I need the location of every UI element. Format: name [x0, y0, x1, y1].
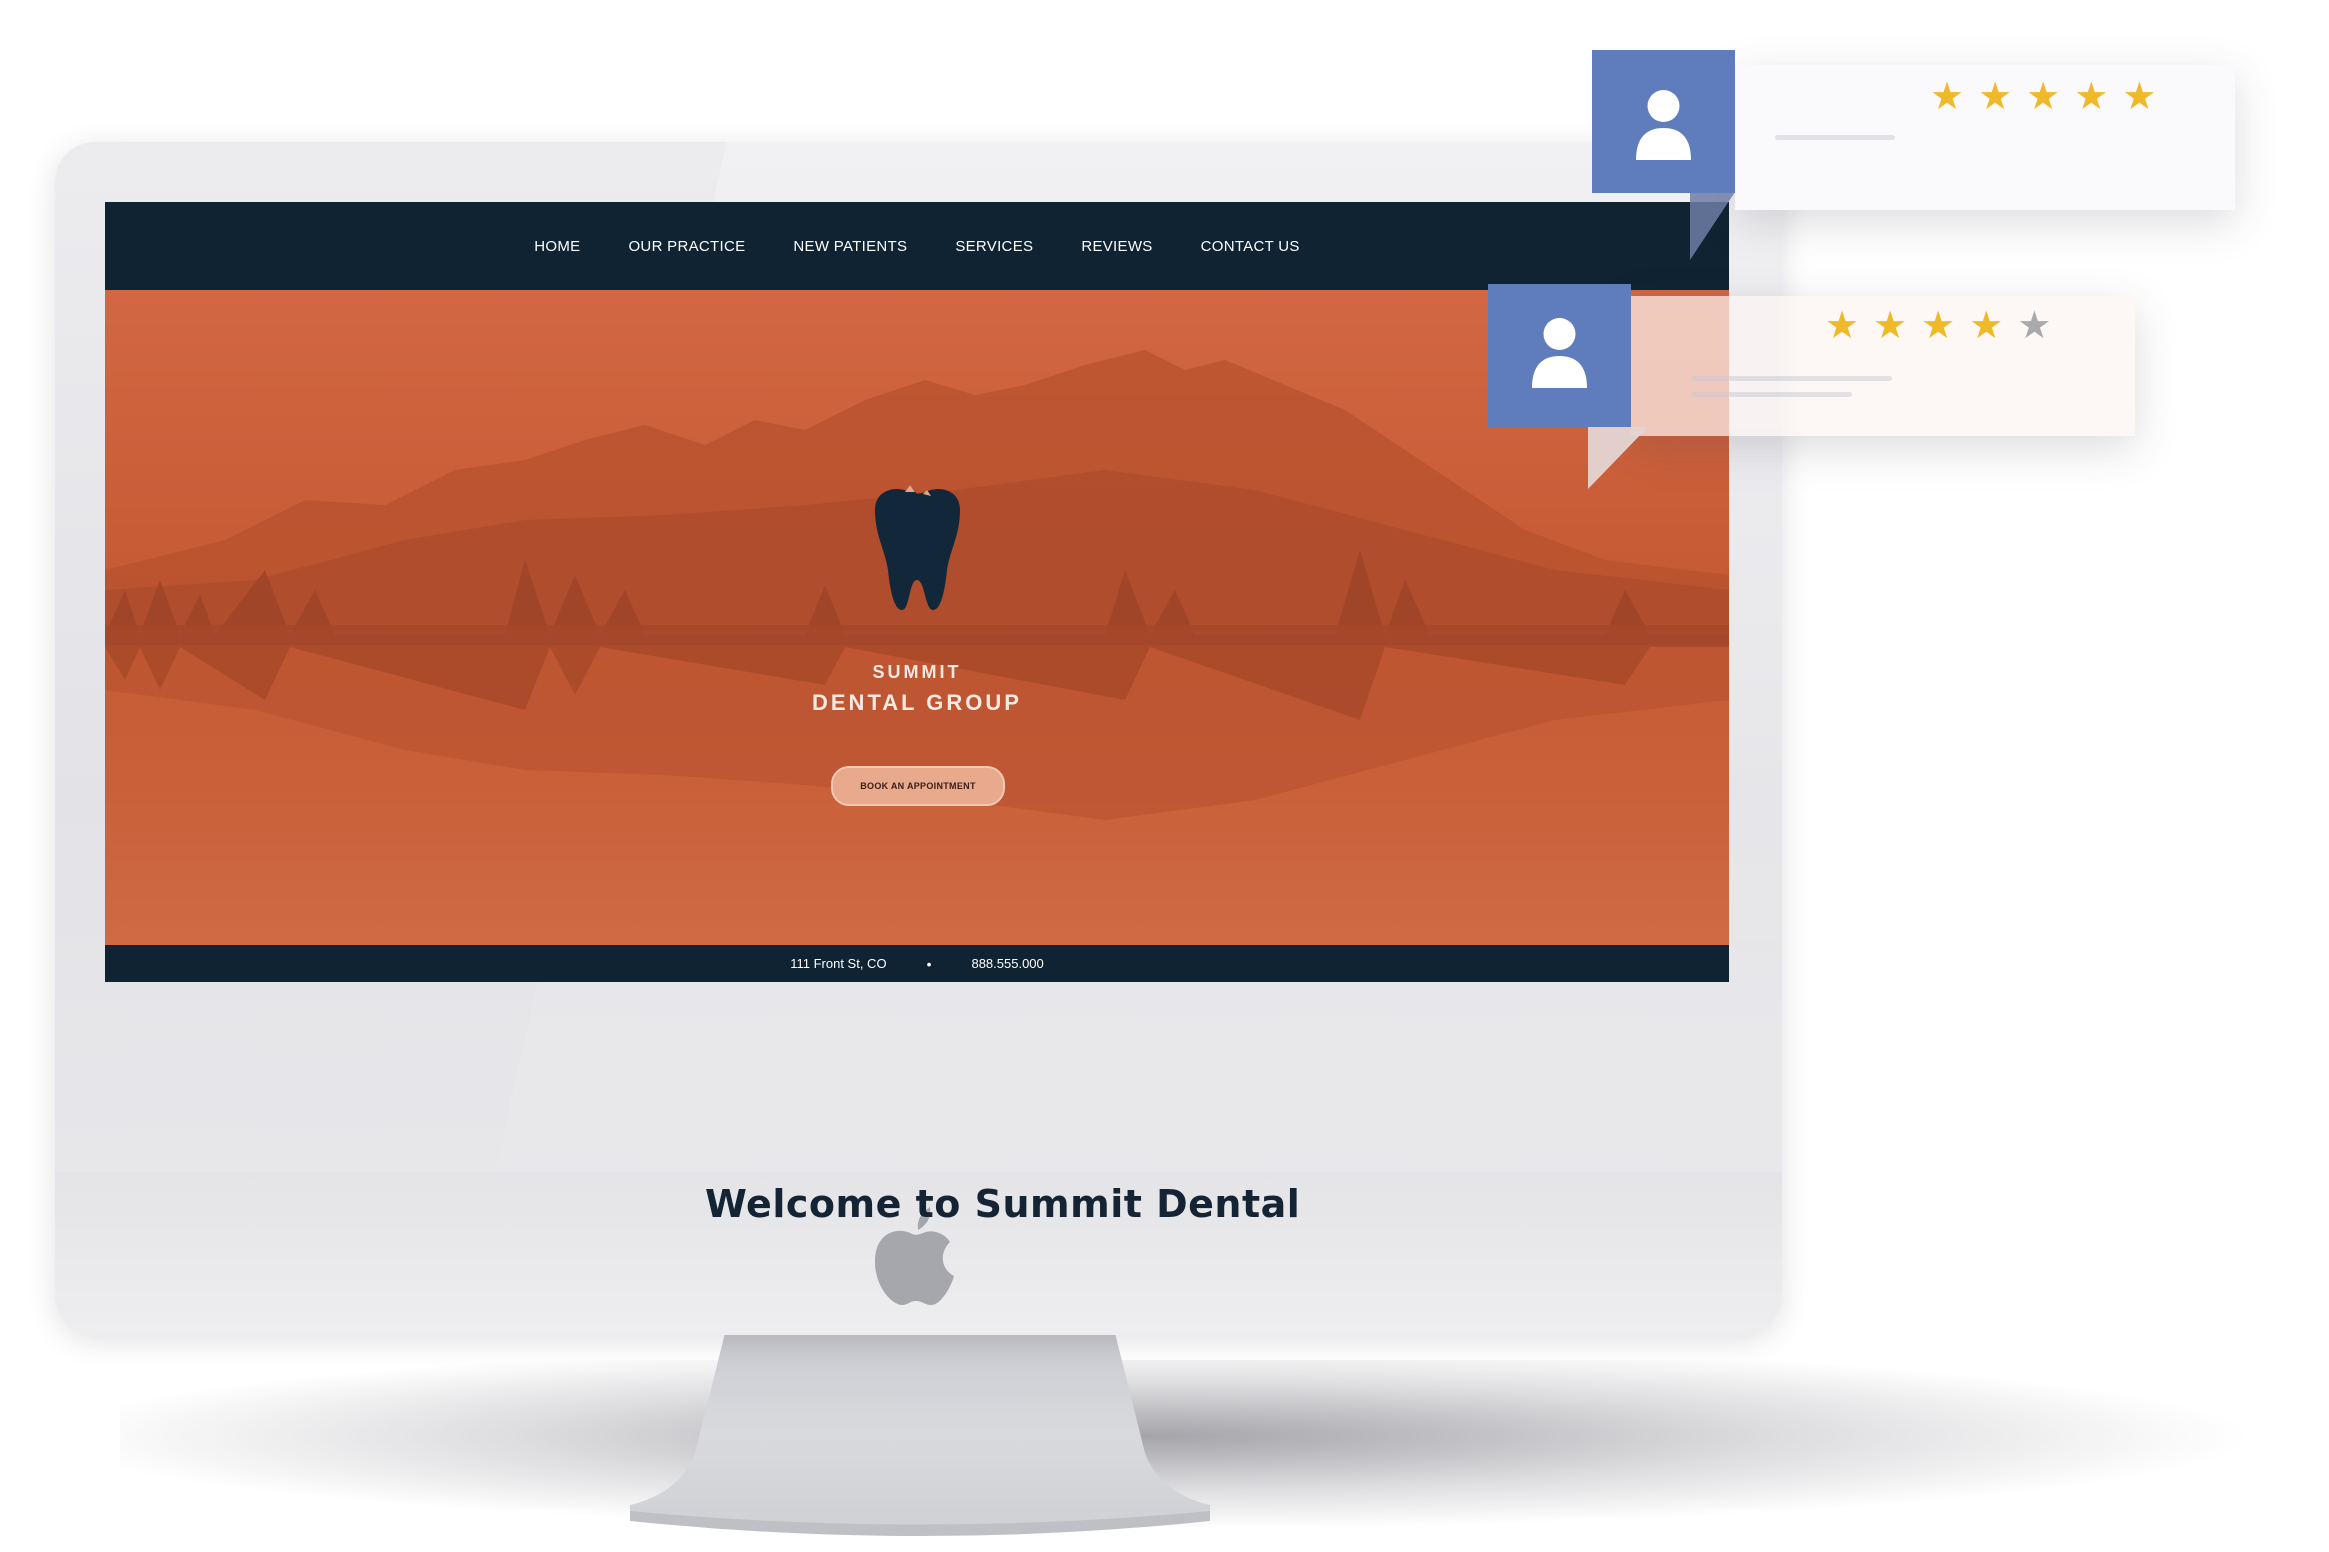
- nav-contact-us[interactable]: CONTACT US: [1201, 238, 1300, 255]
- contact-bar: 111 Front St, CO • 888.555.000: [105, 945, 1729, 982]
- text-placeholder-line: [1692, 392, 1852, 397]
- nav-our-practice[interactable]: OUR PRACTICE: [628, 238, 745, 255]
- website-screen: HOME OUR PRACTICE NEW PATIENTS SERVICES …: [105, 202, 1729, 982]
- nav-services[interactable]: SERVICES: [955, 238, 1033, 255]
- user-icon: [1636, 90, 1691, 160]
- address-text: 111 Front St, CO: [790, 956, 887, 971]
- star-empty-icon: ★: [2017, 305, 2052, 347]
- star-filled-icon: ★: [1825, 305, 1860, 347]
- welcome-heading: Welcome to Summit Dental: [705, 1182, 1301, 1226]
- star-filled-icon: ★: [2074, 76, 2109, 118]
- brand-name-line1: SUMMIT: [872, 662, 962, 682]
- separator-dot: •: [926, 955, 932, 972]
- reviewer-avatar-1: [1592, 50, 1735, 193]
- star-filled-icon: ★: [1930, 76, 1965, 118]
- star-filled-icon: ★: [1921, 305, 1956, 347]
- hero-section: SUMMIT DENTAL GROUP BOOK AN APPOINTMENT: [105, 290, 1729, 945]
- phone-text[interactable]: 888.555.000: [971, 956, 1043, 971]
- user-icon: [1532, 318, 1587, 388]
- mountain-lake-background: [105, 350, 1729, 820]
- rating-stars-1: ★ ★ ★ ★ ★: [1930, 78, 2156, 116]
- nav-reviews[interactable]: REVIEWS: [1081, 238, 1152, 255]
- speech-bubble-tail: [1690, 192, 1735, 260]
- star-filled-icon: ★: [1978, 76, 2013, 118]
- nav-home[interactable]: HOME: [534, 238, 580, 255]
- reviewer-avatar-2: [1488, 284, 1631, 427]
- star-filled-icon: ★: [2026, 76, 2061, 118]
- star-filled-icon: ★: [1873, 305, 1908, 347]
- star-filled-icon: ★: [2122, 76, 2157, 118]
- book-appointment-button[interactable]: BOOK AN APPOINTMENT: [831, 766, 1005, 806]
- brand-name-line2: DENTAL GROUP: [812, 690, 1022, 715]
- tooth-mountain-logo-icon: [875, 485, 960, 610]
- star-filled-icon: ★: [1969, 305, 2004, 347]
- text-placeholder-line: [1775, 135, 1895, 140]
- text-placeholder-line: [1692, 376, 1892, 381]
- site-nav: HOME OUR PRACTICE NEW PATIENTS SERVICES …: [105, 202, 1729, 290]
- rating-stars-2: ★ ★ ★ ★ ★: [1825, 307, 2051, 345]
- nav-new-patients[interactable]: NEW PATIENTS: [793, 238, 907, 255]
- imac-stand: [630, 1333, 1210, 1536]
- speech-bubble-tail: [1588, 427, 1648, 489]
